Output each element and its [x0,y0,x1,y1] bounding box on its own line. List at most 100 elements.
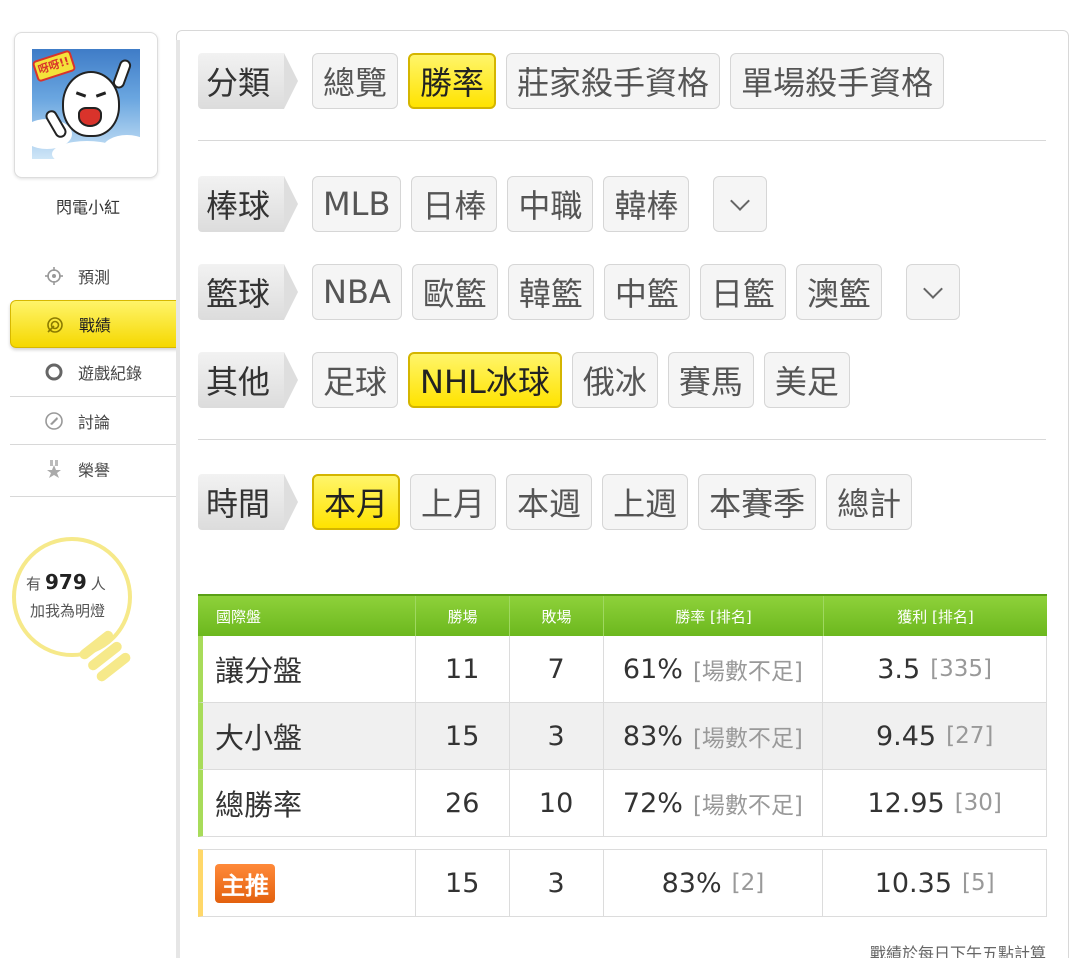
circle-icon [45,363,63,381]
filter-option-japan-basketball[interactable]: 日籃 [699,264,786,320]
panel-edge [176,40,180,958]
filter-time: 時間 本月 上月 本週 上週 本賽季 總計 [198,473,922,531]
username[interactable]: 閃電小紅 [0,194,176,218]
row-winrate: 61% [場數不足] [604,636,824,702]
baseball-more-button[interactable] [713,176,768,232]
sidebar-item-predict[interactable]: 預測 [10,252,178,300]
table-row: 總勝率 26 10 72% [場數不足] 12.95 [30] [198,770,1047,837]
table-row: 大小盤 15 3 83% [場數不足] 9.45 [27] [198,703,1047,770]
row-type: 讓分盤 [203,636,416,702]
sidebar-item-label: 戰績 [79,316,112,335]
sidebar-item-label: 榮譽 [78,460,111,480]
table-row-recommend: 主推 15 3 83% [2] 10.35 [5] [198,849,1047,917]
filter-option-nba[interactable]: NBA [312,264,402,320]
header-market: 國際盤 [198,596,416,636]
row-type: 主推 [203,850,416,916]
profit-value: 9.45 [875,720,937,752]
filter-baseball: 棒球 MLB 日棒 中職 韓棒 [198,175,777,233]
winrate-rank: [場數不足] [692,659,803,685]
filter-category: 分類 總覽 勝率 莊家殺手資格 單場殺手資格 [198,52,954,110]
filter-basketball: 籃球 NBA 歐籃 韓籃 中籃 日籃 澳籃 [198,263,970,321]
profit-value: 12.95 [867,787,945,819]
fan-caption: 加我為明燈 [30,602,106,620]
filter-option-last-week[interactable]: 上週 [602,474,689,530]
profit-value: 10.35 [874,867,952,899]
chevron-down-icon [922,279,943,299]
filter-option-australia-basketball[interactable]: 澳籃 [795,264,882,320]
filter-option-mlb[interactable]: MLB [312,176,402,232]
sidebar-item-game-history[interactable]: 遊戲紀錄 [10,348,178,396]
row-wins: 11 [416,636,510,702]
filter-option-overview[interactable]: 總覽 [312,53,399,109]
row-winrate: 83% [場數不足] [604,703,824,769]
row-wins: 15 [416,850,510,916]
filter-option-euro-basketball[interactable]: 歐籃 [411,264,498,320]
winrate-value: 61% [622,653,683,685]
sidebar-item-record[interactable]: 戰績 [10,300,201,348]
fan-count-line: 有 979 人 [26,570,106,594]
sidebar-item-honor[interactable]: 榮譽 [10,444,178,492]
filter-option-nfl[interactable]: 美足 [763,352,850,408]
filter-option-this-season[interactable]: 本賽季 [698,474,817,530]
row-wins: 15 [416,703,510,769]
row-losses: 7 [510,636,604,702]
filter-option-total[interactable]: 總計 [826,474,913,530]
fan-count[interactable]: 979 [45,570,87,594]
recommend-badge: 主推 [215,863,275,903]
row-losses: 3 [510,850,604,916]
fan-suffix: 人 [90,575,106,593]
filter-option-nhl[interactable]: NHL冰球 [408,352,562,408]
profit-rank: [27] [946,723,994,749]
sidebar-item-discussion[interactable]: 討論 [10,396,178,444]
profit-value: 3.5 [877,653,921,685]
filter-option-china-basketball[interactable]: 中籃 [603,264,690,320]
header-winrate: 勝率 [排名] [604,596,824,636]
row-winrate: 72% [場數不足] [604,770,824,836]
filter-option-soccer[interactable]: 足球 [312,352,399,408]
filter-option-npb[interactable]: 日棒 [411,176,498,232]
avatar[interactable]: 呀呀!! [14,32,158,178]
chevron-down-icon [730,191,751,211]
table-header: 國際盤 勝場 敗場 勝率 [排名] 獲利 [排名] [198,594,1047,636]
sidebar-menu: 預測 戰績 遊戲紀錄 討論 榮譽 [10,252,201,492]
filter-option-korea-basketball[interactable]: 韓籃 [507,264,594,320]
row-profit: 9.45 [27] [823,703,1046,769]
filter-option-cpbl[interactable]: 中職 [507,176,594,232]
filter-tag: 分類 [198,53,299,109]
filter-option-bookie-killer[interactable]: 莊家殺手資格 [506,53,721,109]
medal-icon [47,460,61,478]
divider [198,439,1046,440]
sidebar-item-label: 討論 [78,412,111,432]
header-profit: 獲利 [排名] [897,607,974,626]
row-profit: 12.95 [30] [823,770,1046,836]
header-wins: 勝場 [416,596,510,636]
row-wins: 26 [416,770,510,836]
filter-option-last-month[interactable]: 上月 [410,474,497,530]
filter-option-horse-racing[interactable]: 賽馬 [667,352,754,408]
filter-option-single-killer[interactable]: 單場殺手資格 [730,53,945,109]
row-losses: 3 [510,703,604,769]
filter-option-this-month[interactable]: 本月 [312,474,401,530]
filter-option-winrate[interactable]: 勝率 [408,53,497,109]
filter-option-kbo[interactable]: 韓棒 [603,176,690,232]
target-icon [47,317,63,333]
winrate-rank: [場數不足] [692,793,803,819]
filter-option-khl[interactable]: 俄冰 [571,352,658,408]
profit-rank: [30] [954,790,1002,816]
sidebar-item-label: 遊戲紀錄 [78,364,143,383]
avatar-burst-text: 呀呀!! [32,49,77,83]
filter-tag: 籃球 [198,264,299,320]
filter-option-this-week[interactable]: 本週 [506,474,593,530]
stats-table: 國際盤 勝場 敗場 勝率 [排名] 獲利 [排名] 讓分盤 11 7 61% [場… [198,594,1047,917]
filter-tag: 其他 [198,352,299,408]
footnote: 戰績於每日下午五點計算 [869,944,1046,958]
discussion-icon [45,412,63,430]
winrate-value: 83% [622,720,683,752]
row-type: 總勝率 [203,770,416,836]
row-winrate: 83% [2] [604,850,824,916]
row-losses: 10 [510,770,604,836]
basketball-more-button[interactable] [905,264,960,320]
winrate-value: 83% [661,867,722,899]
profit-rank: [5] [962,870,995,896]
winrate-rank: [2] [731,870,765,896]
